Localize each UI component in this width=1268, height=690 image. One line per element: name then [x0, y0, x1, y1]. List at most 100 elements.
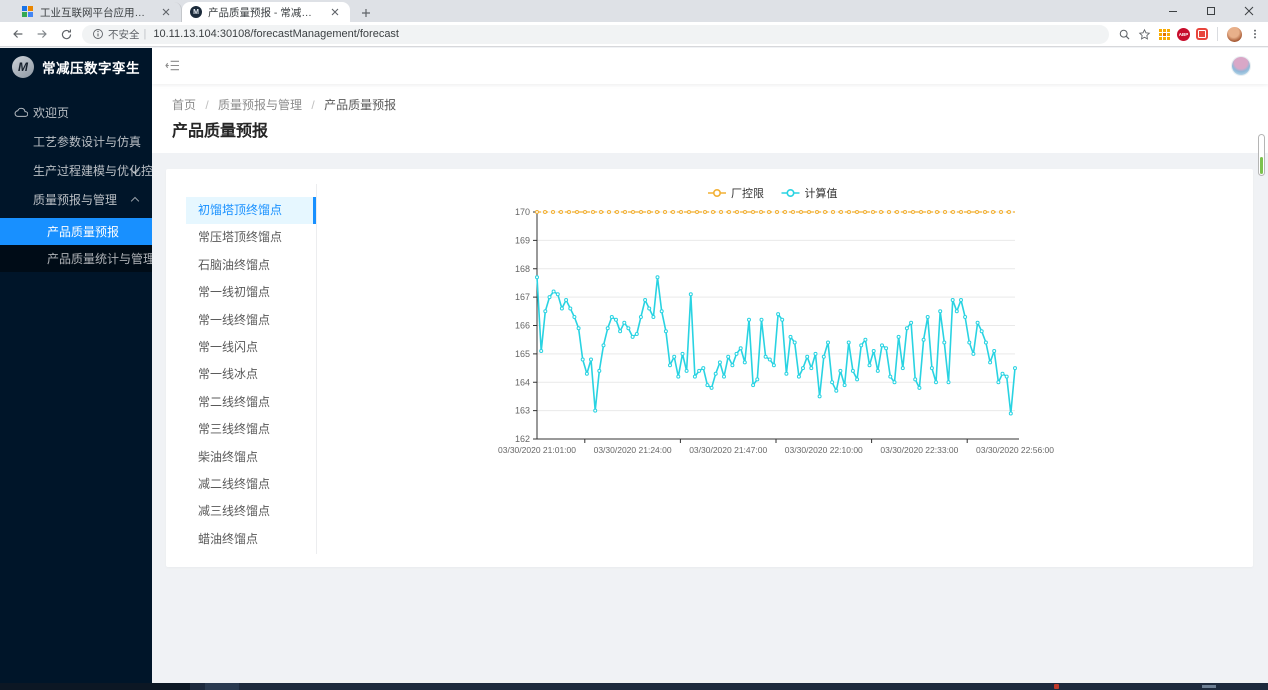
svg-text:计算值: 计算值 — [805, 186, 838, 200]
menu-fold-icon[interactable] — [165, 59, 180, 72]
forecast-card: 初馏塔顶终馏点常压塔顶终馏点石脑油终馏点常一线初馏点常一线终馏点常一线闪点常一线… — [166, 169, 1253, 567]
quality-tab-1[interactable]: 常压塔顶终馏点 — [186, 224, 316, 251]
sidebar-item-quality-stats[interactable]: 产品质量统计与管理 — [0, 245, 152, 272]
quality-tab-6[interactable]: 常一线冰点 — [186, 361, 316, 388]
back-icon[interactable] — [6, 23, 30, 45]
sidebar-item-welcome[interactable]: 欢迎页 — [0, 98, 152, 127]
address-bar[interactable]: 不安全 | 10.11.13.104:30108/forecastManagem… — [82, 25, 1109, 44]
url-text: 10.11.13.104:30108/forecastManagement/fo… — [153, 28, 399, 40]
sidebar-item-label: 质量预报与管理 — [33, 191, 117, 208]
sidebar-item-quality-forecast-group[interactable]: 质量预报与管理 — [0, 185, 152, 214]
sidebar-menu: 欢迎页 工艺参数设计与仿真 生产过程建模与优化控制 质量预报与管理 产品质量预报… — [0, 86, 152, 272]
legend-item-0[interactable]: 厂控限 — [708, 186, 764, 200]
browser-tab-forecast[interactable]: M 产品质量预报 - 常减压数字孪生 — [182, 2, 350, 22]
taskbar-tray-icons[interactable] — [1202, 685, 1216, 688]
svg-text:170: 170 — [515, 207, 530, 217]
quality-tab-4[interactable]: 常一线终馏点 — [186, 307, 316, 334]
taskbar-app-button[interactable] — [205, 683, 239, 690]
sidebar-item-production-modeling[interactable]: 生产过程建模与优化控制 — [0, 156, 152, 185]
tab-close-icon[interactable] — [159, 5, 173, 19]
svg-text:165: 165 — [515, 349, 530, 359]
quality-tab-12[interactable]: 蜡油终馏点 — [186, 526, 316, 553]
quality-tab-11[interactable]: 减三线终馏点 — [186, 498, 316, 525]
quality-tab-3[interactable]: 常一线初馏点 — [186, 279, 316, 306]
quality-tab-9[interactable]: 柴油终馏点 — [186, 444, 316, 471]
svg-text:166: 166 — [515, 321, 530, 331]
forward-icon[interactable] — [30, 23, 54, 45]
app-logo-icon: M — [12, 56, 34, 78]
breadcrumb-quality-management[interactable]: 质量预报与管理 — [218, 98, 302, 112]
sidebar-item-label: 产品质量预报 — [47, 223, 119, 240]
sidebar-item-product-quality-forecast[interactable]: 产品质量预报 — [0, 218, 152, 245]
svg-text:164: 164 — [515, 377, 530, 387]
svg-text:03/30/2020 22:10:00: 03/30/2020 22:10:00 — [785, 445, 863, 455]
svg-text:03/30/2020 22:33:00: 03/30/2020 22:33:00 — [880, 445, 958, 455]
tab-title: 产品质量预报 - 常减压数字孪生 — [208, 5, 322, 20]
sidebar-item-process-design[interactable]: 工艺参数设计与仿真 — [0, 127, 152, 156]
cloud-icon — [14, 106, 28, 118]
quality-tab-8[interactable]: 常三线终馏点 — [186, 416, 316, 443]
tabs-divider — [316, 184, 317, 554]
quality-tab-5[interactable]: 常一线闪点 — [186, 334, 316, 361]
quality-tab-2[interactable]: 石脑油终馏点 — [186, 252, 316, 279]
red-extension-icon[interactable] — [1196, 28, 1208, 40]
page-title: 产品质量预报 — [172, 121, 1244, 143]
page-header: 首页 / 质量预报与管理 / 产品质量预报 产品质量预报 — [152, 84, 1268, 153]
taskbar-red-icon[interactable] — [1054, 684, 1059, 689]
info-icon[interactable] — [92, 28, 104, 40]
app-title: 常减压数字孪生 — [42, 57, 140, 77]
sidebar-item-label: 工艺参数设计与仿真 — [33, 133, 141, 150]
quality-tab-10[interactable]: 减二线终馏点 — [186, 471, 316, 498]
sidebar-item-label: 欢迎页 — [33, 104, 69, 121]
app-favicon-icon: M — [190, 6, 202, 18]
browser-tab-store[interactable]: 工业互联网平台应用商店 — [14, 2, 182, 22]
svg-text:169: 169 — [515, 235, 530, 245]
app-logo[interactable]: M 常减压数字孪生 — [0, 48, 152, 86]
tab-close-icon[interactable] — [328, 5, 342, 19]
main-area: 首页 / 质量预报与管理 / 产品质量预报 产品质量预报 初馏塔顶终馏点常压塔顶… — [152, 48, 1268, 683]
sidebar: M 常减压数字孪生 欢迎页 工艺参数设计与仿真 生产过程建模与优化控制 质量预报… — [0, 48, 152, 683]
bookmark-star-icon[interactable] — [1137, 27, 1151, 41]
breadcrumb-home[interactable]: 首页 — [172, 98, 196, 112]
store-favicon-icon — [22, 6, 34, 18]
extension-grid-icon[interactable] — [1157, 27, 1171, 41]
toolbar-icons: ABP — [1117, 27, 1262, 42]
quality-tab-7[interactable]: 常二线终馏点 — [186, 389, 316, 416]
window-close-button[interactable] — [1230, 0, 1268, 22]
series-limit-line — [536, 211, 1016, 214]
sidebar-submenu: 产品质量预报 产品质量统计与管理 — [0, 218, 152, 272]
user-avatar[interactable] — [1232, 57, 1250, 75]
taskbar-left-segment — [0, 683, 190, 690]
security-label: 不安全 — [108, 27, 140, 42]
page-scrollbar[interactable] — [1258, 134, 1265, 176]
refresh-icon[interactable] — [54, 23, 78, 45]
breadcrumb: 首页 / 质量预报与管理 / 产品质量预报 — [172, 96, 1244, 113]
window-maximize-button[interactable] — [1192, 0, 1230, 22]
svg-text:03/30/2020 22:56:00: 03/30/2020 22:56:00 — [976, 445, 1054, 455]
svg-text:168: 168 — [515, 264, 530, 274]
svg-text:厂控限: 厂控限 — [731, 186, 764, 200]
toolbar-divider — [1217, 27, 1218, 41]
os-taskbar[interactable] — [0, 683, 1268, 690]
svg-text:03/30/2020 21:47:00: 03/30/2020 21:47:00 — [689, 445, 767, 455]
quality-tab-0[interactable]: 初馏塔顶终馏点 — [186, 197, 316, 224]
svg-text:162: 162 — [515, 434, 530, 444]
window-controls — [1154, 0, 1268, 22]
browser-profile-avatar[interactable] — [1227, 27, 1242, 42]
sidebar-item-label: 产品质量统计与管理 — [47, 250, 155, 267]
browser-menu-icon[interactable] — [1248, 27, 1262, 41]
chevron-up-icon — [131, 197, 139, 205]
svg-text:163: 163 — [515, 406, 530, 416]
window-minimize-button[interactable] — [1154, 0, 1192, 22]
adblock-extension-icon[interactable]: ABP — [1177, 28, 1190, 41]
zoom-icon[interactable] — [1117, 27, 1131, 41]
browser-toolbar: 不安全 | 10.11.13.104:30108/forecastManagem… — [0, 22, 1268, 47]
app-window: M 常减压数字孪生 欢迎页 工艺参数设计与仿真 生产过程建模与优化控制 质量预报… — [0, 48, 1268, 683]
quality-point-tabs: 初馏塔顶终馏点常压塔顶终馏点石脑油终馏点常一线初馏点常一线终馏点常一线闪点常一线… — [186, 197, 316, 553]
breadcrumb-separator: / — [205, 98, 208, 112]
legend-item-1[interactable]: 计算值 — [782, 186, 838, 200]
svg-text:03/30/2020 21:01:00: 03/30/2020 21:01:00 — [498, 445, 576, 455]
new-tab-button[interactable] — [354, 4, 378, 22]
svg-text:167: 167 — [515, 292, 530, 302]
scrollbar-thumb[interactable] — [1260, 157, 1263, 174]
